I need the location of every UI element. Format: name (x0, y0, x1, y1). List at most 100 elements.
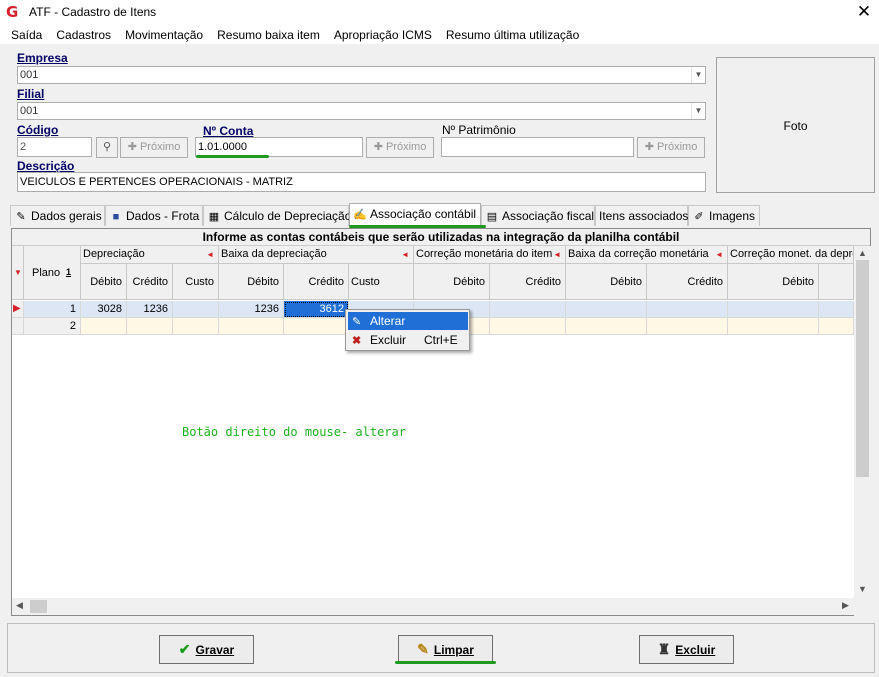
col-header[interactable]: Débito (414, 264, 490, 300)
table-cell[interactable] (490, 318, 566, 335)
limpar-button[interactable]: ✎ Limpar (398, 635, 493, 664)
chevron-left-icon[interactable]: ◀ (16, 600, 23, 611)
menu-item-cadastros[interactable]: Cadastros (49, 24, 118, 44)
table-cell[interactable] (566, 301, 647, 318)
npatrimonio-field[interactable] (441, 137, 634, 157)
tab-calculo-depreciacao[interactable]: ▦ Cálculo de Depreciação (203, 205, 351, 226)
col-header[interactable]: Crédito (647, 264, 728, 300)
table-cell-plano[interactable]: 2 (24, 318, 81, 335)
excluir-button[interactable]: ♜ Excluir (639, 635, 734, 664)
group-label: Baixa da depreciação (221, 248, 327, 260)
tab-associacao-contabil[interactable]: ✍ Associação contábil (349, 203, 481, 226)
col-header[interactable]: Débito (81, 264, 127, 300)
context-menu-alterar[interactable]: ✎ Alterar (348, 312, 468, 330)
menu-item-resumo-utilizacao[interactable]: Resumo última utilização (439, 24, 586, 44)
menu-item-shortcut: Ctrl+E (424, 333, 458, 347)
chevron-down-icon[interactable]: ▼ (858, 584, 867, 594)
plano-header-label: Plano (32, 267, 61, 279)
col-header[interactable]: Crédito (127, 264, 173, 300)
plano-header[interactable]: Plano 1 (24, 246, 81, 300)
menu-item-label: Excluir (370, 333, 407, 347)
group-header-baixa-correcao: Baixa da correção monetária ◄ (566, 246, 728, 264)
codigo-field[interactable]: 2 (17, 137, 92, 157)
pencil-icon: ✎ (352, 316, 362, 328)
table-cell[interactable]: 1236 (127, 301, 173, 318)
annotation-text: Botão direito do mouse- alterar (182, 425, 406, 439)
trash-icon: ♜ (657, 641, 671, 657)
chevron-right-icon[interactable]: ▶ (842, 600, 849, 611)
col-header[interactable]: Débito (728, 264, 819, 300)
col-header[interactable]: Débito (219, 264, 284, 300)
table-cell[interactable] (127, 318, 173, 335)
group-header-depreciacao: Depreciação ◄ (81, 246, 219, 264)
table-cell[interactable] (81, 318, 127, 335)
app-logo-icon: G (6, 3, 19, 21)
table-cell[interactable] (173, 318, 219, 335)
menu-item-movimentacao[interactable]: Movimentação (118, 24, 210, 44)
menu-item-apropriacao-icms[interactable]: Apropriação ICMS (327, 24, 439, 44)
limpar-label: Limpar (433, 643, 474, 657)
table-cell-filler (819, 318, 854, 335)
col-header[interactable]: Crédito (490, 264, 566, 300)
foto-label: Foto (783, 119, 808, 133)
table-cell[interactable]: 1236 (219, 301, 284, 318)
col-header[interactable]: Débito (566, 264, 647, 300)
proximo-label: Próximo (656, 141, 698, 153)
menu-item-saida[interactable]: Saída (0, 24, 49, 44)
chevron-down-icon[interactable]: ▼ (691, 103, 705, 119)
tab-itens-associados[interactable]: Itens associados (595, 205, 688, 226)
photo-panel[interactable]: Foto (716, 57, 875, 193)
chevron-up-icon[interactable]: ▲ (858, 248, 867, 258)
triangle-left-icon: ◄ (401, 250, 409, 259)
table-cell[interactable] (728, 301, 819, 318)
triangle-down-icon: ▼ (14, 268, 22, 277)
vertical-scrollbar[interactable]: ▲ ▼ (854, 246, 871, 616)
tab-dados-frota[interactable]: ■ Dados - Frota (105, 205, 203, 226)
gravar-button[interactable]: ✔ Gravar (159, 635, 254, 664)
col-header[interactable]: Crédito (284, 264, 349, 300)
table-cell[interactable] (490, 301, 566, 318)
table-cell[interactable] (173, 301, 219, 318)
descricao-field[interactable]: VEICULOS E PERTENCES OPERACIONAIS - MATR… (17, 172, 706, 192)
tab-dados-gerais[interactable]: ✎ Dados gerais (10, 205, 105, 226)
chevron-down-icon[interactable]: ▼ (691, 67, 705, 83)
tab-associacao-fiscal[interactable]: ▤ Associação fiscal (481, 205, 595, 226)
binoculars-search-button[interactable]: ⚲ (96, 137, 118, 158)
menu-item-resumo-baixa[interactable]: Resumo baixa item (210, 24, 327, 44)
row-indicator[interactable] (12, 318, 24, 335)
table-cell[interactable] (566, 318, 647, 335)
group-header-correcao-depre: Correção monet. da depre (728, 246, 854, 264)
table-cell[interactable] (284, 318, 349, 335)
table-cell-selected[interactable]: 3612 (284, 301, 349, 318)
group-label: Correção monet. da depre (730, 248, 854, 260)
horizontal-scrollbar[interactable]: ◀ ▶ (12, 598, 854, 615)
filial-select[interactable]: 001 ▼ (17, 102, 706, 120)
col-header[interactable]: Custo (173, 264, 219, 300)
gravar-label: Gravar (195, 643, 235, 657)
empresa-select[interactable]: 001 ▼ (17, 66, 706, 84)
window-title: ATF - Cadastro de Itens (29, 5, 157, 19)
context-menu-excluir[interactable]: ✖ Excluir Ctrl+E (348, 331, 468, 349)
table-cell[interactable] (647, 301, 728, 318)
table-cell[interactable] (647, 318, 728, 335)
scrollbar-thumb[interactable] (856, 260, 869, 477)
table-cell-plano[interactable]: 1 (24, 301, 81, 318)
row-indicator[interactable]: ▶ (12, 301, 24, 318)
codigo-proximo-button[interactable]: ✚ Próximo (120, 137, 188, 158)
table-cell[interactable] (219, 318, 284, 335)
tab-strip: ✎ Dados gerais ■ Dados - Frota ▦ Cálculo de… (10, 203, 872, 226)
npatrimonio-proximo-button[interactable]: ✚ Próximo (637, 137, 705, 158)
table-cell[interactable] (728, 318, 819, 335)
table-cell[interactable]: 3028 (81, 301, 127, 318)
col-header[interactable]: Custo (349, 264, 414, 300)
triangle-left-icon: ◄ (715, 250, 723, 259)
tab-imagens[interactable]: ✐ Imagens (688, 205, 760, 226)
document-icon: ▤ (486, 211, 498, 223)
binoculars-icon: ⚲ (102, 141, 112, 153)
nconta-proximo-button[interactable]: ✚ Próximo (366, 137, 434, 158)
nconta-field[interactable]: 1.01.0000 (195, 137, 363, 157)
broom-icon: ✎ (417, 641, 429, 657)
close-button[interactable]: ✕ (852, 1, 876, 23)
scrollbar-thumb[interactable] (30, 600, 47, 613)
checkmark-icon: ✔ (178, 641, 191, 657)
